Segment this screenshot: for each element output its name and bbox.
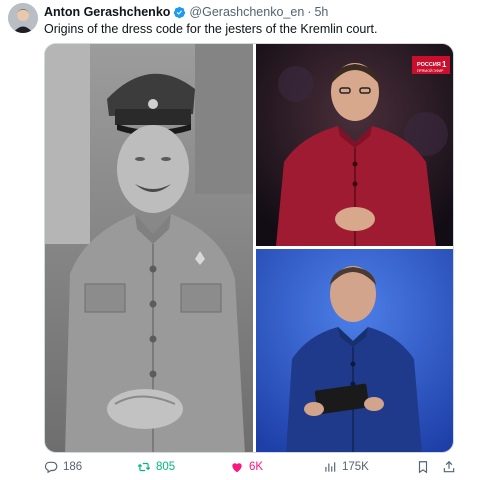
like-count: 6K <box>249 461 264 473</box>
display-name[interactable]: Anton Gerashchenko <box>44 5 170 19</box>
reply-icon <box>44 461 58 474</box>
handle[interactable]: @Gerashchenko_en <box>189 5 304 19</box>
share-icon <box>443 460 455 473</box>
timestamp[interactable]: 5h <box>314 5 328 19</box>
retweet-count: 805 <box>156 461 176 473</box>
heart-icon <box>232 463 242 473</box>
views-count: 175K <box>342 461 369 473</box>
action-bar: 186 805 6K 175K <box>44 460 464 478</box>
separator: · <box>307 5 312 19</box>
broadcast-logo-number: 1 <box>442 60 447 69</box>
retweet-icon <box>137 462 151 472</box>
media-image-top-right[interactable]: РОССИЯ 1 ПРЯМОЙ ЭФИР <box>256 44 453 246</box>
tweet-header: Anton Gerashchenko @Gerashchenko_en · 5h <box>44 4 328 20</box>
media-image-bottom-right[interactable] <box>256 249 453 452</box>
bookmark-button[interactable] <box>416 460 435 474</box>
tweet: Anton Gerashchenko @Gerashchenko_en · 5h… <box>0 0 480 480</box>
reply-button[interactable]: 186 <box>44 460 82 474</box>
retweet-button[interactable]: 805 <box>137 460 175 474</box>
broadcast-logo-sub: ПРЯМОЙ ЭФИР <box>417 69 444 73</box>
views-button[interactable]: 175K <box>323 460 369 474</box>
verified-badge-icon <box>173 6 186 19</box>
bookmark-icon <box>418 461 428 474</box>
views-icon <box>325 462 336 472</box>
reply-count: 186 <box>63 461 83 473</box>
share-button[interactable] <box>442 460 461 474</box>
media-image-left[interactable] <box>45 44 253 452</box>
avatar[interactable] <box>8 3 38 33</box>
tweet-text: Origins of the dress code for the jester… <box>44 22 378 36</box>
broadcast-logo: РОССИЯ <box>417 62 441 68</box>
like-button[interactable]: 6K <box>230 460 263 474</box>
media-grid: РОССИЯ 1 ПРЯМОЙ ЭФИР <box>44 43 454 453</box>
